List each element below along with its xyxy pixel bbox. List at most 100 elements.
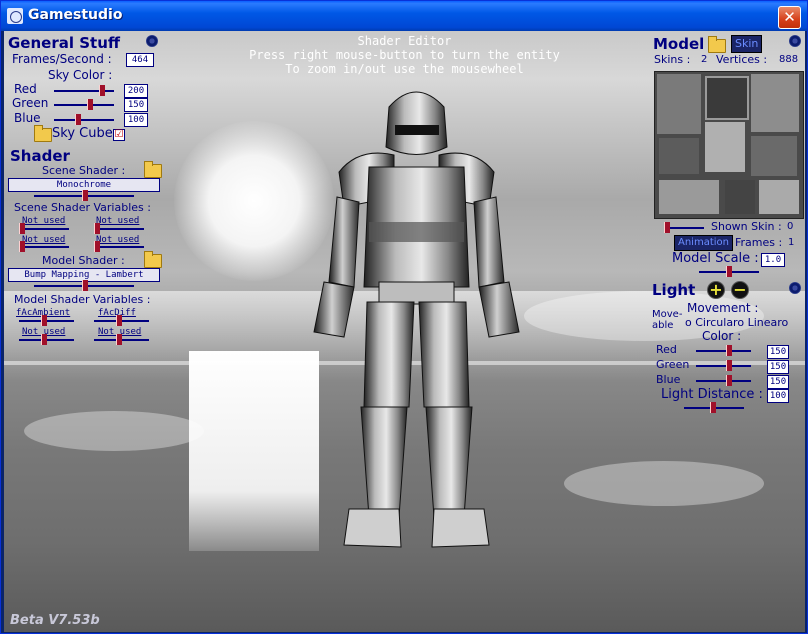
shown-skin-slider[interactable] (664, 222, 704, 233)
scene-var-3-knob[interactable] (19, 241, 25, 252)
folder-icon[interactable] (34, 125, 52, 142)
model-scale-knob[interactable] (726, 266, 732, 277)
folder-icon[interactable] (144, 161, 162, 178)
close-button[interactable]: ✕ (778, 6, 801, 29)
light-green-label: Green (656, 358, 690, 371)
light-distance-slider[interactable] (684, 402, 744, 413)
gear-icon[interactable] (789, 282, 801, 294)
sky-cube-label: Sky Cube (52, 126, 113, 141)
remove-light-button[interactable]: − (731, 281, 749, 299)
shader-heading: Shader (10, 147, 70, 165)
model-var-3-knob[interactable] (41, 334, 47, 345)
model-heading: Model (653, 35, 705, 53)
light-distance-value[interactable]: 100 (767, 389, 789, 403)
light-red-knob[interactable] (726, 345, 732, 356)
movement-options[interactable]: o Circularo Linearo (685, 316, 788, 329)
light-blue-value[interactable]: 150 (767, 375, 789, 389)
model-vars-label: Model Shader Variables : (14, 293, 151, 306)
sky-green-slider[interactable] (54, 99, 114, 110)
skins-value: 2 (701, 54, 708, 65)
model-var-2-slider[interactable] (94, 315, 149, 326)
model-scale-slider[interactable] (699, 266, 759, 277)
fps-value: 464 (126, 53, 154, 67)
model-var-1-slider[interactable] (19, 315, 74, 326)
light-green-value[interactable]: 150 (767, 360, 789, 374)
scene-var-1-slider[interactable] (19, 223, 69, 234)
version-label: Beta V7.53b (10, 613, 100, 628)
frames-label: Frames : (735, 236, 783, 249)
light-blue-knob[interactable] (726, 375, 732, 386)
light-blue-slider[interactable] (696, 375, 751, 386)
general-heading: General Stuff (8, 34, 121, 52)
sky-blue-label: Blue (14, 111, 41, 125)
scene-var-1-knob[interactable] (19, 223, 25, 234)
armored-soldier-model[interactable] (299, 77, 534, 557)
model-shader-label: Model Shader : (42, 254, 125, 267)
scene-shader-slider[interactable] (34, 190, 134, 201)
scene-var-3: Not used (22, 235, 66, 245)
title-bar[interactable]: Gamestudio ✕ (1, 1, 807, 31)
sky-red-knob[interactable] (99, 85, 105, 96)
app-window: Gamestudio ✕ Shader Editor Press right m… (0, 0, 808, 634)
light-color-label: Color : (702, 329, 742, 343)
sky-red-value[interactable]: 200 (124, 84, 148, 98)
light-blue-label: Blue (656, 373, 681, 386)
scene-var-2-slider[interactable] (94, 223, 144, 234)
skins-label: Skins : (654, 53, 691, 66)
sky-cube-checkbox[interactable]: ☑ (113, 129, 125, 141)
model-var-3-slider[interactable] (19, 334, 74, 345)
app-icon (7, 8, 23, 24)
folder-icon[interactable] (708, 36, 726, 53)
add-light-button[interactable]: + (707, 281, 725, 299)
shown-skin-value: 0 (787, 221, 794, 232)
scene-var-3-slider[interactable] (19, 241, 69, 252)
scene-var-4-slider[interactable] (94, 241, 144, 252)
frames-value: 1 (788, 237, 795, 248)
light-green-knob[interactable] (726, 360, 732, 371)
scene-var-4: Not used (96, 235, 140, 245)
light-heading: Light (652, 281, 696, 299)
sky-blue-slider[interactable] (54, 114, 114, 125)
cloud (24, 411, 204, 451)
model-var-4-knob[interactable] (116, 334, 122, 345)
window-title: Gamestudio (28, 7, 123, 23)
light-red-value[interactable]: 150 (767, 345, 789, 359)
model-shader-slider[interactable] (34, 280, 134, 291)
render-viewport[interactable]: Shader Editor Press right mouse-button t… (4, 31, 805, 632)
shown-skin-knob[interactable] (664, 222, 670, 233)
scene-shader-knob[interactable] (82, 190, 88, 201)
sky-green-label: Green (12, 96, 49, 110)
movement-label: Movement : (687, 301, 759, 315)
skin-button[interactable]: Skin (731, 35, 763, 53)
scene-var-2: Not used (96, 216, 140, 226)
scene-var-1: Not used (22, 216, 66, 226)
model-var-1-knob[interactable] (41, 315, 47, 326)
sky-red-slider[interactable] (54, 85, 114, 96)
scene-var-4-knob[interactable] (94, 241, 100, 252)
moveable-label: Move-able (652, 309, 683, 331)
sky-red-label: Red (14, 82, 37, 96)
scene-vars-label: Scene Shader Variables : (14, 201, 151, 214)
scene-var-2-knob[interactable] (94, 223, 100, 234)
light-red-label: Red (656, 343, 677, 356)
light-distance-label: Light Distance : (661, 387, 763, 402)
light-distance-knob[interactable] (710, 402, 716, 413)
model-shader-knob[interactable] (82, 280, 88, 291)
shown-skin-label: Shown Skin : (711, 220, 782, 233)
sky-blue-knob[interactable] (75, 114, 81, 125)
folder-icon[interactable] (144, 251, 162, 268)
light-red-slider[interactable] (696, 345, 751, 356)
light-green-slider[interactable] (696, 360, 751, 371)
sky-green-knob[interactable] (87, 99, 93, 110)
gear-icon[interactable] (789, 35, 801, 47)
model-var-2-knob[interactable] (116, 315, 122, 326)
animation-button[interactable]: Animation (674, 235, 733, 251)
model-var-4-slider[interactable] (94, 334, 149, 345)
sky-green-value[interactable]: 150 (124, 98, 148, 112)
model-scale-label: Model Scale : (672, 251, 759, 266)
scene-shader-label: Scene Shader : (42, 164, 126, 177)
cloud (564, 461, 764, 506)
sky-blue-value[interactable]: 100 (124, 113, 148, 127)
model-scale-value[interactable]: 1.0 (761, 253, 785, 267)
gear-icon[interactable] (146, 35, 158, 47)
